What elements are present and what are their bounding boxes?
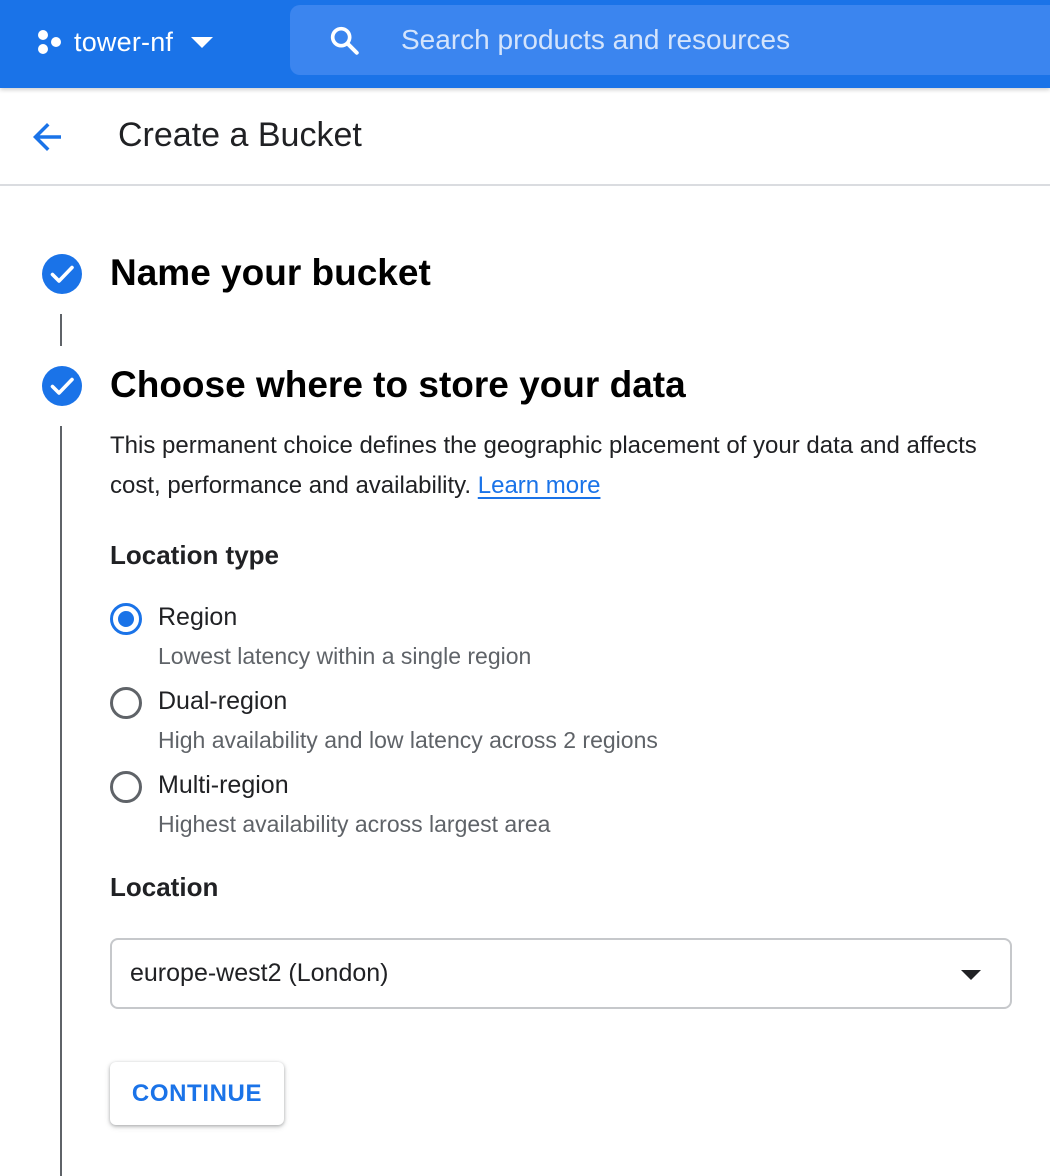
step-connector [60,314,62,346]
radio-multi-region-button[interactable] [110,771,142,803]
location-select-value: europe-west2 (London) [130,959,389,987]
step-1-check-icon [41,253,83,295]
back-button[interactable] [26,116,68,158]
radio-multi-region-description: Highest availability across largest area [158,811,551,837]
arrow-left-icon[interactable] [26,116,68,158]
caret-down-icon [191,37,214,48]
project-name: tower-nf [74,26,174,57]
project-selector[interactable]: tower-nf [34,22,215,62]
search-icon[interactable] [327,23,361,57]
step-2-content-line [60,426,62,1176]
page-title: Create a Bucket [118,116,362,154]
dropdown-caret-icon [958,962,984,988]
step-2-check-icon [41,365,83,407]
radio-option-region[interactable]: Region Lowest latency within a single re… [108,600,808,670]
radio-dual-region-label: Dual-region [158,687,288,715]
page-header: Create a Bucket [0,88,1050,186]
radio-option-dual-region[interactable]: Dual-region High availability and low la… [108,684,808,754]
radio-region-label: Region [158,603,238,631]
radio-region-description: Lowest latency within a single region [158,643,532,669]
search-bar[interactable] [290,5,1050,75]
location-description: This permanent choice defines the geogra… [110,426,1010,506]
project-hexagon-dots-icon [38,30,61,54]
radio-region-button[interactable] [110,603,142,635]
radio-option-multi-region[interactable]: Multi-region Highest availability across… [108,768,808,838]
location-select[interactable]: europe-west2 (London) [110,938,1012,1009]
search-input[interactable] [399,15,1050,65]
step-1-title[interactable]: Name your bucket [110,252,431,294]
location-label: Location [110,872,219,902]
continue-button[interactable]: CONTINUE [110,1062,284,1125]
radio-multi-region-label: Multi-region [158,771,289,799]
radio-dual-region-description: High availability and low latency across… [158,727,658,753]
step-2-title[interactable]: Choose where to store your data [110,364,686,406]
learn-more-link[interactable]: Learn more [478,472,601,499]
radio-dual-region-button[interactable] [110,687,142,719]
top-bar: tower-nf [0,0,1050,88]
location-type-label: Location type [110,540,280,570]
